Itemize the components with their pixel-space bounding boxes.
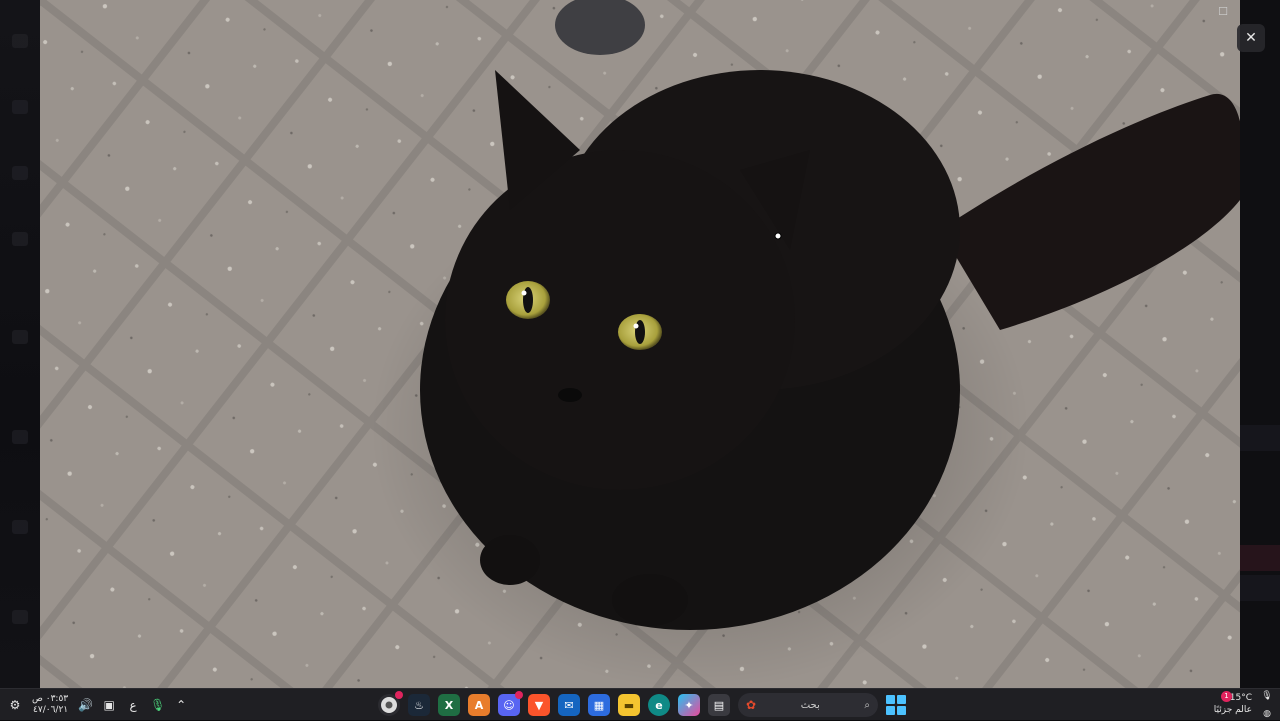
tray-left: ⚙ ٠٣:٥٣ ص ٤٧/٠٦/٢١ 🔊 ▣ ع 🎙 ⌃	[8, 689, 188, 721]
notification-icon[interactable]: ◍	[1263, 709, 1271, 719]
mic-icon[interactable]: 🎙	[1261, 691, 1272, 701]
gear-icon[interactable]: ⚙	[8, 698, 22, 712]
tray-right: 🎙 ◍	[1258, 691, 1276, 719]
clock-time: ٠٣:٥٣ ص	[32, 694, 69, 704]
store-app-icon[interactable]: ▦	[588, 694, 610, 716]
weather-text: عالم جزئيًا	[1213, 705, 1252, 715]
background-window-right	[1240, 0, 1280, 688]
close-icon: ✕	[1245, 30, 1257, 46]
mail-app-icon[interactable]: ✉	[558, 694, 580, 716]
language-indicator[interactable]: ع	[126, 698, 140, 712]
discord-app-icon[interactable]: ☺	[498, 691, 523, 716]
taskbar-apps: ♨ X A ☺ ▼ ✉ ▦ ▬ e ✦ ▤ ✿ بحث ⌕	[378, 689, 906, 721]
search-icon: ⌕	[864, 699, 870, 711]
weather-widget[interactable]: 1 15°C عالم جزئيًا	[1213, 691, 1252, 716]
clock-date: ٤٧/٠٦/٢١	[33, 705, 69, 715]
background-window-left	[0, 0, 40, 688]
edge-app-icon[interactable]: e	[648, 694, 670, 716]
cat-photo	[40, 0, 1240, 688]
brave-app-icon[interactable]: ▼	[528, 694, 550, 716]
notification-badge: 1	[1221, 691, 1232, 702]
copilot-app-icon[interactable]: ✦	[678, 694, 700, 716]
start-button[interactable]	[886, 695, 906, 715]
weather-temp: 15°C	[1229, 693, 1252, 703]
network-icon[interactable]: ▣	[102, 698, 116, 712]
close-viewer-button[interactable]: ✕	[1237, 24, 1265, 52]
taskbar: ⚙ ٠٣:٥٣ ص ٤٧/٠٦/٢١ 🔊 ▣ ع 🎙 ⌃ ♨ X A ☺ ▼ ✉…	[0, 688, 1280, 720]
volume-icon[interactable]: 🔊	[78, 698, 93, 712]
excel-app-icon[interactable]: X	[438, 694, 460, 716]
photo-viewer[interactable]: ☐	[40, 0, 1240, 688]
microphone-icon[interactable]: 🎙	[150, 698, 165, 712]
files-app-icon[interactable]: ▬	[618, 694, 640, 716]
steam-app-icon[interactable]: ♨	[408, 694, 430, 716]
window-app-icon[interactable]: ▤	[708, 694, 730, 716]
chevron-up-icon[interactable]: ⌃	[174, 698, 188, 712]
chrome-app-icon[interactable]	[378, 691, 403, 716]
flower-icon: ✿	[746, 698, 757, 712]
window-controls: ☐	[1206, 0, 1240, 22]
clock[interactable]: ٠٣:٥٣ ص ٤٧/٠٦/٢١	[32, 694, 68, 716]
search-box[interactable]: ✿ بحث ⌕	[738, 693, 878, 717]
app-a-icon[interactable]: A	[468, 694, 490, 716]
search-placeholder: بحث	[800, 699, 820, 711]
maximize-button[interactable]: ☐	[1206, 0, 1240, 22]
